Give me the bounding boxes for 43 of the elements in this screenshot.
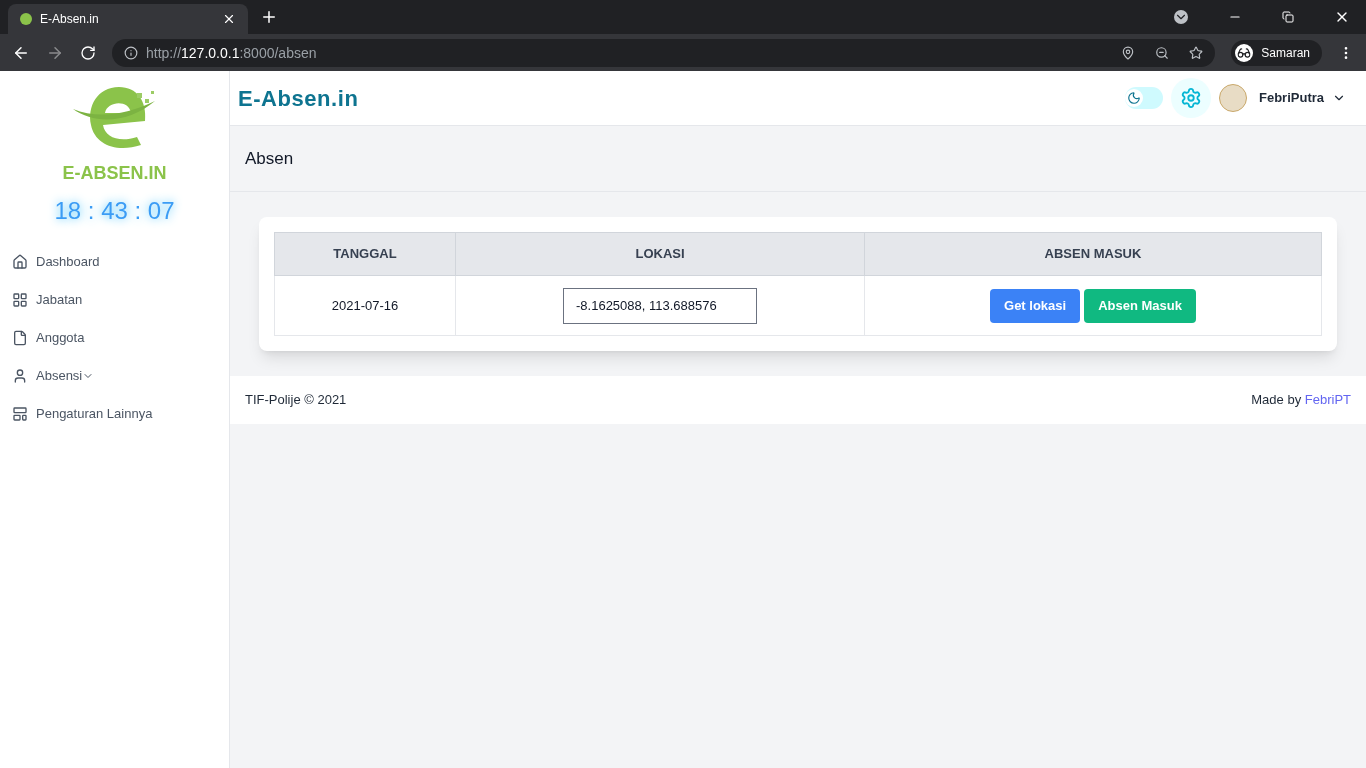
zoom-icon[interactable] [1155,45,1170,60]
table-cell: 2021-07-16 [274,275,456,336]
sidebar-item[interactable]: Pengaturan Lainnya [0,395,229,433]
sidebar-item[interactable]: Absensi [0,357,229,395]
location-icon[interactable] [1121,45,1136,60]
layout-icon [12,406,28,422]
grid-icon [12,292,28,308]
column-header: TANGGAL [274,232,456,276]
browser-tab[interactable]: E-Absen.in [8,4,248,34]
brand-title: E-Absen.in [238,84,360,113]
sidebar-item[interactable]: Jabatan [0,281,229,319]
sidebar-item[interactable]: Anggota [0,319,229,357]
user-icon [12,368,28,384]
restore-icon[interactable] [1282,11,1294,23]
info-icon [124,45,138,60]
reload-icon[interactable] [80,44,96,61]
column-header: LOKASI [455,232,865,276]
page-title: Absen [245,147,294,170]
file-icon [12,330,28,346]
tab-title: E-Absen.in [40,11,100,27]
sidebar-item[interactable]: Dashboard [0,243,229,281]
user-menu[interactable]: FebriPutra [1259,88,1346,108]
settings-icon [1180,87,1202,109]
action-button[interactable]: Get lokasi [990,288,1081,323]
home-icon [12,254,28,270]
favicon [20,13,32,25]
bookmark-icon[interactable] [1189,45,1204,60]
copyright-text: TIF-Polije © 2021 [245,391,348,410]
incognito-icon [1235,43,1254,62]
url-text: http://127.0.0.1:8000/absen [146,43,318,63]
new-tab-icon[interactable] [260,8,278,26]
column-header: ABSEN MASUK [864,232,1322,276]
moon-icon [1125,89,1143,107]
location-field[interactable]: -8.1625088, 113.688576 [563,287,757,324]
logo-text: E-ABSEN.IN [62,162,167,185]
clock: 18 : 43 : 07 [54,196,175,226]
address-bar[interactable]: http://127.0.0.1:8000/absen [112,38,1216,67]
tab-search-icon[interactable] [1174,10,1188,24]
close-icon[interactable] [222,12,236,26]
dark-mode-toggle[interactable] [1125,87,1163,109]
author-link[interactable]: FebriPT [1304,392,1351,408]
profile-button[interactable]: Samaran [1231,39,1322,66]
credit-text: Made by FebriPT [1251,391,1351,410]
